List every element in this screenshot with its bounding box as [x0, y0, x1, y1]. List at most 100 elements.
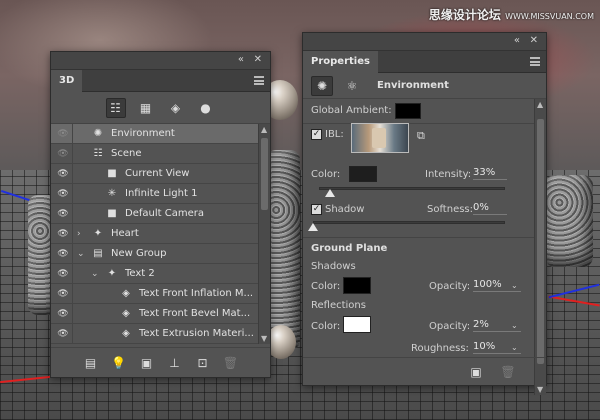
properties-title: Environment — [377, 80, 449, 91]
tab-bar: Properties — [303, 51, 546, 73]
layer-label: Text Front Bevel Mat... — [139, 308, 251, 319]
layer-row[interactable]: 👁 ✺ Environment — [51, 124, 270, 144]
layer-row[interactable]: 👁 › ✦ Heart — [51, 224, 270, 244]
ibl-checkbox[interactable]: ✓ — [311, 129, 322, 140]
layer-row[interactable]: 👁 ■ Default Camera — [51, 204, 270, 224]
softness-label: Softness: — [427, 204, 474, 215]
layer-scrollbar[interactable]: ▲ ▼ — [258, 124, 270, 344]
mesh-filter-icon[interactable]: ▦ — [136, 98, 156, 118]
properties-scrollbar[interactable]: ▲ ▼ — [534, 99, 546, 395]
layer-row[interactable]: 👁 ◈ Text Front Bevel Mat... — [51, 304, 270, 324]
scroll-thumb[interactable] — [261, 138, 268, 210]
scroll-up-icon[interactable]: ▲ — [261, 125, 267, 134]
divider — [303, 237, 534, 238]
layer-row[interactable]: 👁 ⌄ ▤ New Group — [51, 244, 270, 264]
shadow-checkbox[interactable]: ✓ — [311, 204, 322, 215]
eye-icon[interactable]: 👁 — [56, 169, 70, 179]
panel-menu-icon[interactable] — [530, 57, 540, 66]
scene-icon[interactable]: ⚛ — [341, 76, 363, 96]
delete-icon[interactable]: 🗑 — [500, 365, 516, 379]
scroll-down-icon[interactable]: ▼ — [261, 334, 267, 343]
layer-label: Scene — [111, 148, 142, 159]
layer-label: Text 2 — [125, 268, 155, 279]
layer-row[interactable]: 👁 ☷ Scene — [51, 144, 270, 164]
layer-row[interactable]: 👁 ⌄ ✦ Text 2 — [51, 264, 270, 284]
layer-label: New Group — [111, 248, 167, 259]
eye-icon[interactable]: 👁 — [56, 269, 70, 279]
edit-texture-icon[interactable]: ⧉ — [417, 129, 425, 143]
layer-label: Default Camera — [125, 208, 204, 219]
chevron-down-icon[interactable]: ⌄ — [511, 281, 518, 290]
add-mesh-icon[interactable]: ▤ — [83, 356, 99, 370]
mesh-icon: ✦ — [93, 228, 103, 239]
panel-drag-bar[interactable]: « ✕ — [51, 52, 270, 70]
layer-row[interactable]: 👁 ◈ Text Extrusion Materi... — [51, 324, 270, 344]
tab-properties[interactable]: Properties — [303, 51, 378, 73]
stone-text-right — [545, 175, 593, 267]
expand-toggle-icon[interactable]: › — [77, 229, 87, 239]
intensity-field[interactable]: 33% — [473, 167, 507, 180]
toggle-extras-icon[interactable]: ⊡ — [195, 356, 211, 370]
environment-icon[interactable]: ✺ — [311, 75, 333, 96]
shadows-color-swatch[interactable] — [343, 277, 371, 294]
eye-icon[interactable]: 👁 — [56, 149, 70, 159]
softness-slider-track[interactable] — [313, 221, 505, 224]
shadows-subheading: Shadows — [311, 261, 356, 272]
scroll-up-icon[interactable]: ▲ — [537, 100, 543, 109]
properties-header: ✺ ⚛ Environment — [303, 73, 546, 99]
chevron-down-icon[interactable]: ⌄ — [511, 343, 518, 352]
layer-row[interactable]: 👁 ✳ Infinite Light 1 — [51, 184, 270, 204]
ibl-color-swatch[interactable] — [349, 166, 377, 182]
3d-bottom-toolbar: ▤ 💡 ▣ ⊥ ⊡ 🗑 — [51, 347, 270, 377]
eye-icon[interactable]: 👁 — [56, 209, 70, 219]
reflections-color-swatch[interactable] — [343, 316, 371, 333]
ibl-image-thumbnail[interactable] — [351, 123, 409, 153]
panel-menu-icon[interactable] — [254, 76, 264, 85]
eye-icon[interactable]: 👁 — [56, 289, 70, 299]
scene-icon: ☷ — [93, 148, 103, 159]
softness-field[interactable]: 0% — [473, 202, 507, 215]
material-filter-icon[interactable]: ◈ — [166, 98, 186, 118]
reflections-color-label: Color: — [311, 321, 341, 332]
eye-icon[interactable]: 👁 — [56, 229, 70, 239]
expand-toggle-icon[interactable]: ⌄ — [91, 269, 101, 279]
eye-icon[interactable]: 👁 — [56, 309, 70, 319]
watermark-url: WWW.MISSVUAN.COM — [505, 12, 594, 21]
eye-icon[interactable]: 👁 — [56, 329, 70, 339]
global-ambient-swatch[interactable] — [395, 103, 421, 119]
close-icon[interactable]: ✕ — [254, 54, 262, 66]
properties-panel: « ✕ Properties ✺ ⚛ Environment Global Am… — [302, 32, 547, 395]
collapse-icon[interactable]: « — [238, 54, 244, 66]
global-ambient-label: Global Ambient: — [311, 105, 392, 116]
expand-toggle-icon[interactable]: ⌄ — [77, 249, 87, 259]
add-light-icon[interactable]: 💡 — [111, 356, 127, 370]
eye-icon[interactable]: 👁 — [56, 189, 70, 199]
stone-text-middle — [266, 150, 300, 350]
light-icon: ✳ — [107, 188, 117, 199]
chevron-down-icon[interactable]: ⌄ — [511, 321, 518, 330]
layer-row[interactable]: 👁 ■ Current View — [51, 164, 270, 184]
panel-drag-bar[interactable]: « ✕ — [303, 33, 546, 51]
scroll-down-icon[interactable]: ▼ — [537, 385, 543, 394]
group-icon: ▤ — [93, 248, 103, 259]
intensity-slider-thumb[interactable] — [324, 189, 335, 197]
properties-bottom-toolbar: ▣ 🗑 — [303, 357, 546, 385]
render-icon[interactable]: ▣ — [468, 365, 484, 379]
render-icon[interactable]: ▣ — [139, 356, 155, 370]
layer-label: Infinite Light 1 — [125, 188, 198, 199]
delete-icon[interactable]: 🗑 — [223, 356, 239, 370]
light-filter-icon[interactable]: ● — [196, 98, 216, 118]
collapse-icon[interactable]: « — [514, 35, 520, 47]
layer-list: 👁 ✺ Environment 👁 ☷ Scene 👁 ■ Current View 👁 ✳ Infi… — [51, 124, 270, 344]
layer-row[interactable]: 👁 ◈ Text Front Inflation M... — [51, 284, 270, 304]
softness-slider-thumb[interactable] — [308, 223, 318, 231]
close-icon[interactable]: ✕ — [530, 35, 538, 47]
scroll-thumb[interactable] — [537, 119, 544, 364]
layer-label: Text Front Inflation M... — [139, 288, 254, 299]
eye-icon[interactable]: 👁 — [56, 249, 70, 259]
eye-icon[interactable]: 👁 — [56, 129, 70, 139]
drop-to-ground-icon[interactable]: ⊥ — [167, 356, 183, 370]
scene-filter-icon[interactable]: ☷ — [105, 97, 126, 118]
intensity-slider-track[interactable] — [319, 187, 505, 190]
tab-3d[interactable]: 3D — [51, 70, 83, 92]
